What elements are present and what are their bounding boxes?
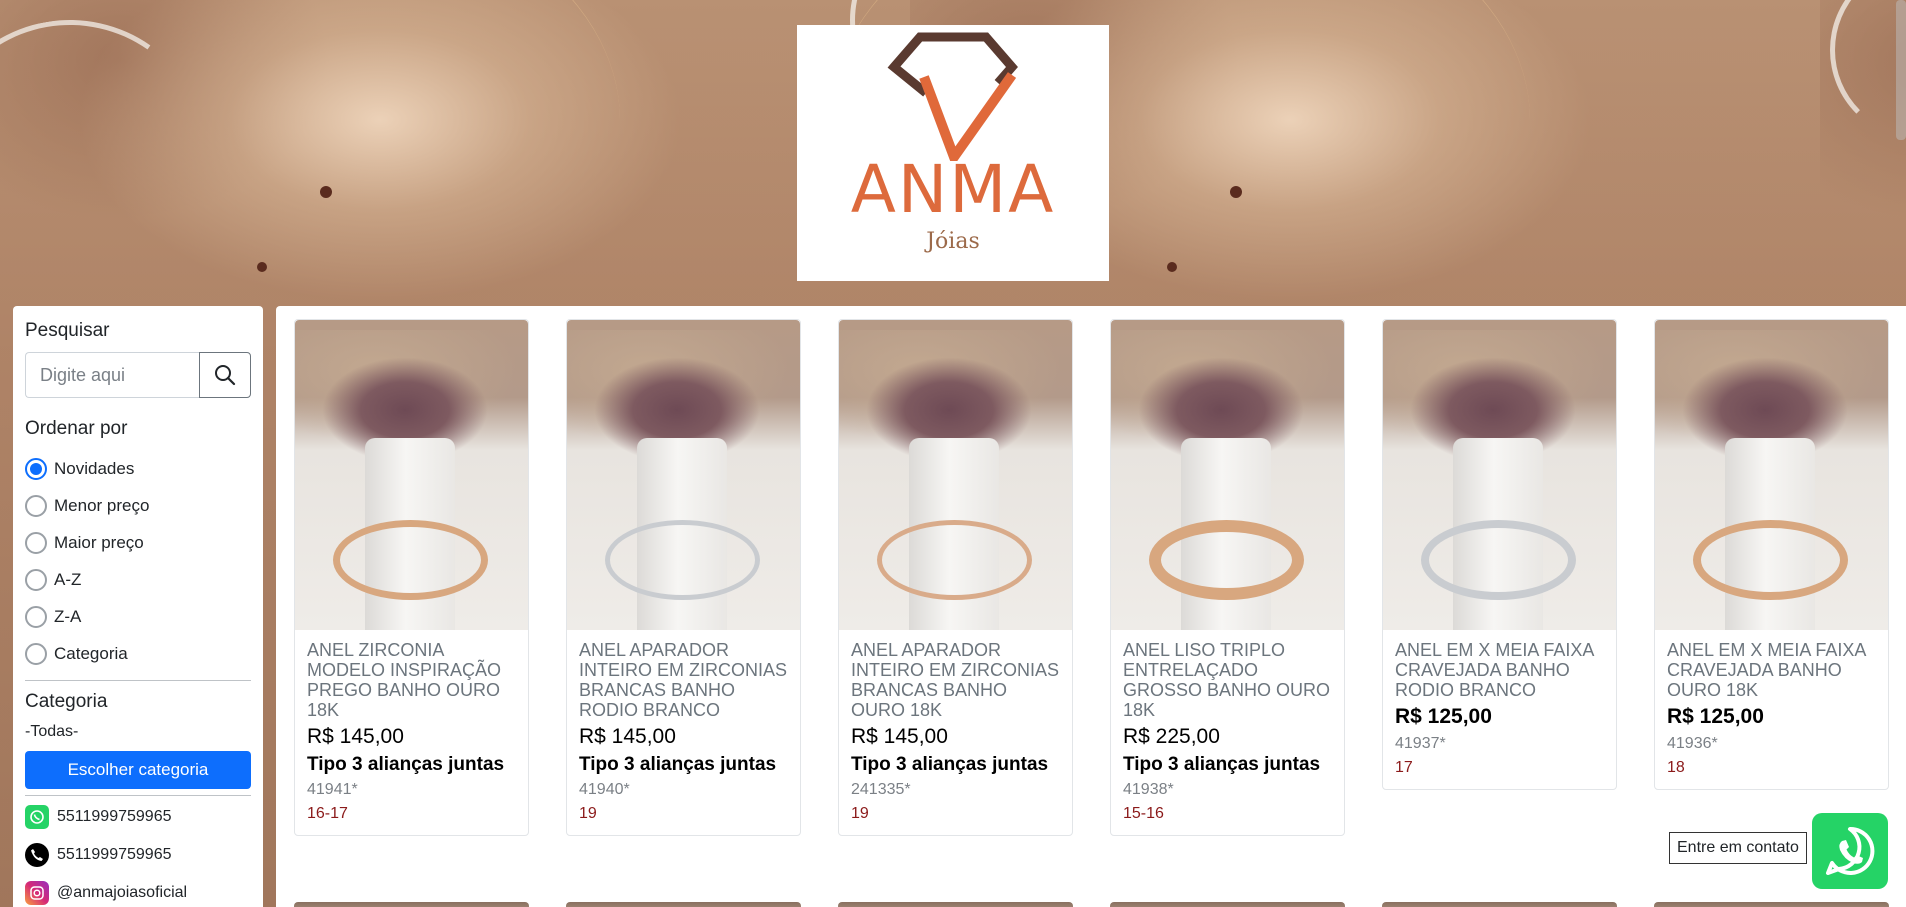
radio-button[interactable] <box>25 568 47 591</box>
product-type: Tipo 3 alianças juntas <box>1123 754 1321 775</box>
product-image[interactable] <box>567 320 800 630</box>
product-price: R$ 145,00 <box>851 725 948 748</box>
product-image[interactable] <box>1111 320 1344 630</box>
sort-option-z-a[interactable]: Z-A <box>25 598 251 635</box>
radio-button[interactable] <box>25 494 47 517</box>
product-name[interactable]: ANEL APARADOR INTEIRO EM ZIRCONIAS BRANC… <box>579 640 788 720</box>
product-card[interactable] <box>1382 902 1617 907</box>
sort-option-a-z[interactable]: A-Z <box>25 561 251 598</box>
whatsapp-float-button[interactable] <box>1812 813 1888 889</box>
product-size: 19 <box>579 805 597 822</box>
contact-text: 5511999759965 <box>57 846 172 863</box>
product-size: 16-17 <box>307 805 348 822</box>
product-code: 241335* <box>851 781 911 798</box>
radio-button[interactable] <box>25 642 47 665</box>
product-code: 41936* <box>1667 735 1718 752</box>
choose-category-button[interactable]: Escolher categoria <box>25 751 251 789</box>
radio-button[interactable] <box>25 531 47 554</box>
product-image[interactable] <box>1383 320 1616 630</box>
sort-option-label: A-Z <box>54 569 82 589</box>
product-size: 18 <box>1667 759 1685 776</box>
product-size: 19 <box>851 805 869 822</box>
product-card[interactable]: ANEL EM X MEIA FAIXA CRAVEJADA BANHO ROD… <box>1382 319 1617 790</box>
sort-option-menor-preco[interactable]: Menor preço <box>25 487 251 524</box>
sort-option-novidades[interactable]: Novidades <box>25 450 251 487</box>
contact-phone[interactable]: 5511999759965 <box>25 836 251 874</box>
product-name[interactable]: ANEL APARADOR INTEIRO EM ZIRCONIAS BRANC… <box>851 640 1060 720</box>
product-price: R$ 145,00 <box>307 725 404 748</box>
scrollbar[interactable] <box>1896 0 1906 140</box>
brand-logo[interactable]: ANMA Jóias <box>797 25 1109 281</box>
category-current: -Todas- <box>25 723 79 740</box>
product-card[interactable] <box>1110 902 1345 907</box>
brand-name: ANMA <box>850 151 1056 228</box>
product-card[interactable]: ANEL APARADOR INTEIRO EM ZIRCONIAS BRANC… <box>838 319 1073 836</box>
product-price: R$ 125,00 <box>1395 705 1492 728</box>
sort-option-label: Maior preço <box>54 532 144 552</box>
sort-option-label: Z-A <box>54 606 82 626</box>
contact-instagram[interactable]: @anmajoiasoficial <box>25 874 251 907</box>
sort-option-label: Categoria <box>54 643 128 663</box>
sort-options: Novidades Menor preço Maior preço A-Z Z-… <box>25 450 251 672</box>
search-group <box>25 352 251 398</box>
product-image[interactable] <box>295 320 528 630</box>
contact-text: 5511999759965 <box>57 808 172 825</box>
product-card[interactable]: ANEL APARADOR INTEIRO EM ZIRCONIAS BRANC… <box>566 319 801 836</box>
divider <box>25 795 251 796</box>
contact-text: @anmajoiasoficial <box>57 884 188 901</box>
product-type: Tipo 3 alianças juntas <box>851 754 1049 775</box>
category-title: Categoria <box>25 691 108 712</box>
product-card[interactable]: ANEL EM X MEIA FAIXA CRAVEJADA BANHO OUR… <box>1654 319 1889 790</box>
search-input[interactable] <box>25 352 199 398</box>
product-code: 41937* <box>1395 735 1446 752</box>
product-name[interactable]: ANEL EM X MEIA FAIXA CRAVEJADA BANHO ROD… <box>1395 640 1604 700</box>
product-size: 15-16 <box>1123 805 1164 822</box>
product-card[interactable] <box>294 902 529 907</box>
product-code: 41941* <box>307 781 358 798</box>
brand-subtitle: Jóias <box>926 229 980 254</box>
product-card[interactable] <box>566 902 801 907</box>
filter-sidebar: Pesquisar Ordenar por Novidades Menor pr… <box>13 306 263 907</box>
product-card[interactable] <box>838 902 1073 907</box>
product-name[interactable]: ANEL LISO TRIPLO ENTRELAÇADO GROSSO BANH… <box>1123 640 1332 720</box>
sort-option-label: Menor preço <box>54 495 150 515</box>
product-price: R$ 145,00 <box>579 725 676 748</box>
search-button[interactable] <box>199 352 251 398</box>
product-name[interactable]: ANEL EM X MEIA FAIXA CRAVEJADA BANHO OUR… <box>1667 640 1876 700</box>
product-image[interactable] <box>839 320 1072 630</box>
instagram-icon <box>25 881 49 905</box>
product-image[interactable] <box>1655 320 1888 630</box>
product-code: 41938* <box>1123 781 1174 798</box>
sort-option-label: Novidades <box>54 458 135 478</box>
product-card[interactable]: ANEL ZIRCONIA MODELO INSPIRAÇÃO PREGO BA… <box>294 319 529 836</box>
sort-option-maior-preco[interactable]: Maior preço <box>25 524 251 561</box>
diamond-icon <box>887 32 1018 161</box>
sort-option-categoria[interactable]: Categoria <box>25 635 251 672</box>
sort-title: Ordenar por <box>25 418 128 439</box>
contact-whatsapp[interactable]: 5511999759965 <box>25 798 251 836</box>
product-price: R$ 125,00 <box>1667 705 1764 728</box>
radio-button[interactable] <box>25 605 47 628</box>
product-size: 17 <box>1395 759 1413 776</box>
search-icon <box>215 365 236 386</box>
product-code: 41940* <box>579 781 630 798</box>
phone-icon <box>25 843 49 867</box>
product-grid: ANEL ZIRCONIA MODELO INSPIRAÇÃO PREGO BA… <box>276 306 1906 907</box>
product-name[interactable]: ANEL ZIRCONIA MODELO INSPIRAÇÃO PREGO BA… <box>307 640 516 720</box>
product-card[interactable] <box>1654 902 1889 907</box>
search-title: Pesquisar <box>25 320 110 341</box>
product-price: R$ 225,00 <box>1123 725 1220 748</box>
product-type: Tipo 3 alianças juntas <box>579 754 777 775</box>
product-card[interactable]: ANEL LISO TRIPLO ENTRELAÇADO GROSSO BANH… <box>1110 319 1345 836</box>
contact-label[interactable]: Entre em contato <box>1669 832 1807 864</box>
divider <box>25 680 251 681</box>
whatsapp-icon <box>25 805 49 829</box>
whatsapp-icon <box>1826 826 1875 875</box>
product-type: Tipo 3 alianças juntas <box>307 754 505 775</box>
radio-button[interactable] <box>25 457 47 480</box>
